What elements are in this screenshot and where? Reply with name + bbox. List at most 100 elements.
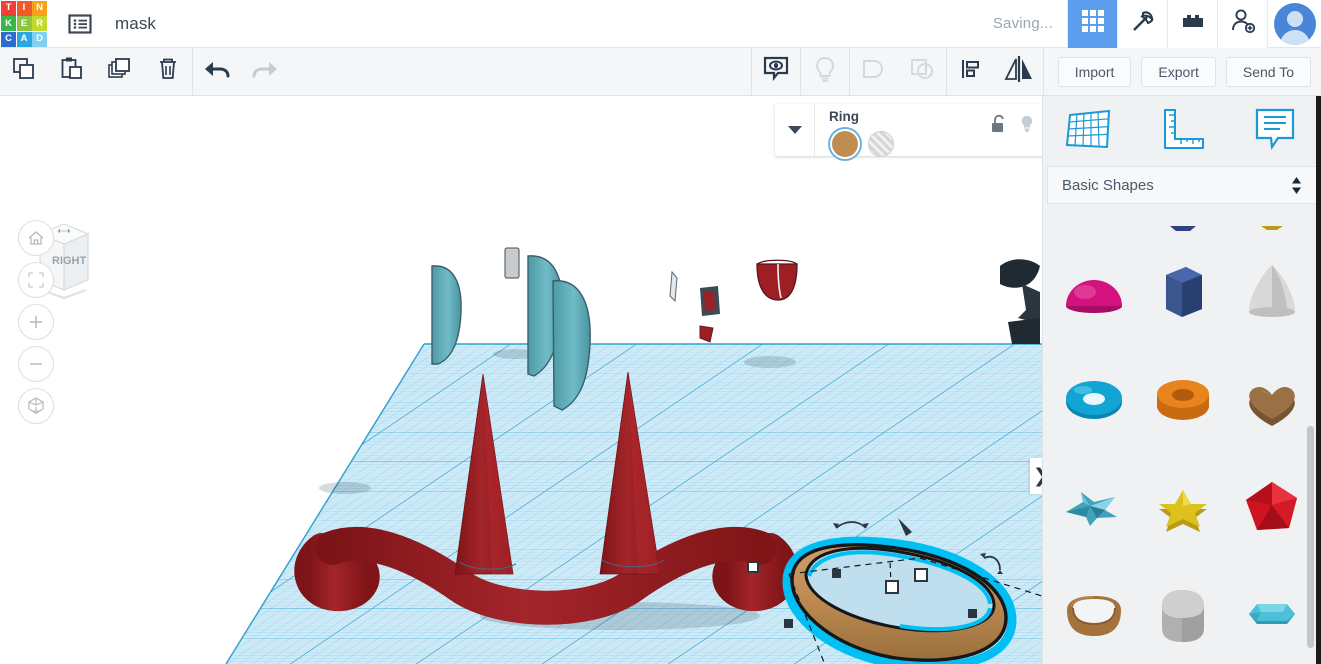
lightbulb-icon[interactable] <box>1019 114 1035 139</box>
undo-icon <box>202 56 232 87</box>
tab-ruler[interactable] <box>1136 96 1229 166</box>
ortho-cube-icon <box>26 396 46 416</box>
dark-object[interactable] <box>1000 259 1040 344</box>
shapes-grid-partial <box>1043 222 1321 238</box>
logo-letter: T <box>1 0 16 16</box>
logo-letter: C <box>1 31 16 47</box>
plus-icon <box>27 313 45 331</box>
copy-button[interactable] <box>0 48 48 95</box>
notes-icon <box>1251 105 1299 158</box>
workplane-scene <box>225 247 1042 664</box>
codeblocks-button[interactable] <box>1117 0 1167 48</box>
mirror-icon <box>1002 55 1036 88</box>
send-to-button[interactable]: Send To <box>1225 56 1311 87</box>
red-bowl[interactable] <box>756 259 798 301</box>
spinner-arrows-icon <box>1291 176 1302 194</box>
ungroup-button[interactable] <box>898 48 946 95</box>
duplicate-icon <box>107 56 133 87</box>
logo-letter: N <box>32 0 47 16</box>
logo-letter: I <box>16 0 32 16</box>
hole-swatch[interactable] <box>868 131 894 157</box>
small-object-red-wedge[interactable] <box>699 325 714 343</box>
header-right-group: Saving... <box>993 0 1321 48</box>
list-item[interactable] <box>1138 222 1227 238</box>
tab-workplane[interactable] <box>1043 96 1136 166</box>
small-object-sliver[interactable] <box>669 270 678 303</box>
shapes-library[interactable] <box>1043 222 1321 664</box>
copy-icon <box>11 56 37 87</box>
shape-polygon[interactable] <box>1227 454 1316 562</box>
tab-notes[interactable] <box>1228 96 1321 166</box>
page-title[interactable]: mask <box>115 14 156 34</box>
minus-icon <box>27 355 45 373</box>
import-button[interactable]: Import <box>1057 56 1132 87</box>
solid-color-swatch[interactable] <box>832 131 858 157</box>
home-view-button[interactable] <box>18 220 54 256</box>
design-view-button[interactable] <box>1067 0 1117 48</box>
shape-category-wrap: Basic Shapes <box>1043 166 1321 204</box>
redo-icon <box>250 56 280 87</box>
small-object-gray[interactable] <box>504 247 520 279</box>
paste-button[interactable] <box>48 48 96 95</box>
shape-category-select[interactable]: Basic Shapes <box>1047 166 1317 204</box>
panel-edge <box>1316 96 1321 664</box>
shape-torus[interactable] <box>1049 346 1138 454</box>
shape-ring[interactable] <box>1049 562 1138 664</box>
chevron-right-icon[interactable]: ❯ <box>1030 458 1042 494</box>
tinkercad-logo[interactable]: T I N K E R C A D <box>1 0 47 47</box>
document-list-icon[interactable] <box>63 7 97 41</box>
main-toolbar: Import Export Send To <box>0 48 1321 96</box>
shapes-grid <box>1043 238 1321 664</box>
shape-properties-panel: Ring <box>775 104 1042 157</box>
redo-button[interactable] <box>241 48 289 95</box>
show-hide-button[interactable] <box>752 48 800 95</box>
shape-paraboloid[interactable] <box>1227 238 1316 346</box>
shape-gem[interactable] <box>1227 562 1316 664</box>
duplicate-button[interactable] <box>96 48 144 95</box>
right-panel: Basic Shapes <box>1042 96 1321 664</box>
shape-rounded-box[interactable] <box>1138 562 1227 664</box>
export-button[interactable]: Export <box>1141 56 1216 87</box>
align-button[interactable] <box>947 48 995 95</box>
paste-icon <box>59 56 85 87</box>
shape-pyramid-star[interactable] <box>1049 454 1138 562</box>
saving-status: Saving... <box>992 15 1053 32</box>
align-icon <box>958 56 984 87</box>
scrollbar-thumb[interactable] <box>1307 426 1314 648</box>
unlock-icon[interactable] <box>991 114 1007 139</box>
zoom-out-button[interactable] <box>18 346 54 382</box>
right-panel-tabs <box>1043 96 1321 166</box>
list-item[interactable] <box>1227 222 1316 238</box>
perspective-toggle-button[interactable] <box>18 388 54 424</box>
invite-button[interactable] <box>1217 0 1267 48</box>
group-icon <box>860 55 888 88</box>
light-button[interactable] <box>801 48 849 95</box>
3d-canvas[interactable]: RIGHT Ring <box>0 96 1042 664</box>
small-object-cluster[interactable] <box>700 286 720 316</box>
ungroup-icon <box>908 55 936 88</box>
list-item[interactable] <box>1049 222 1138 238</box>
fit-frame-icon <box>27 271 45 289</box>
avatar[interactable] <box>1267 0 1321 48</box>
blocks-button[interactable] <box>1167 0 1217 48</box>
zoom-in-button[interactable] <box>18 304 54 340</box>
delete-button[interactable] <box>144 48 192 95</box>
shape-tube[interactable] <box>1138 346 1227 454</box>
shape-heart[interactable] <box>1227 346 1316 454</box>
shape-half-sphere[interactable] <box>1049 238 1138 346</box>
group-button[interactable] <box>850 48 898 95</box>
logo-letter: R <box>32 16 47 31</box>
app-header: T I N K E R C A D mask Saving... <box>0 0 1321 48</box>
undo-button[interactable] <box>193 48 241 95</box>
mirror-button[interactable] <box>995 48 1043 95</box>
chevron-down-icon[interactable] <box>775 104 815 156</box>
logo-letter: A <box>16 31 32 47</box>
fit-to-view-button[interactable] <box>18 262 54 298</box>
ruler-icon <box>1156 105 1208 158</box>
toolbar-divider <box>1042 48 1044 95</box>
logo-letter: E <box>16 16 32 31</box>
shapes-scrollbar[interactable] <box>1307 426 1314 664</box>
logo-letter: K <box>1 16 16 31</box>
shape-hexagon-prism[interactable] <box>1138 238 1227 346</box>
shape-star[interactable] <box>1138 454 1227 562</box>
